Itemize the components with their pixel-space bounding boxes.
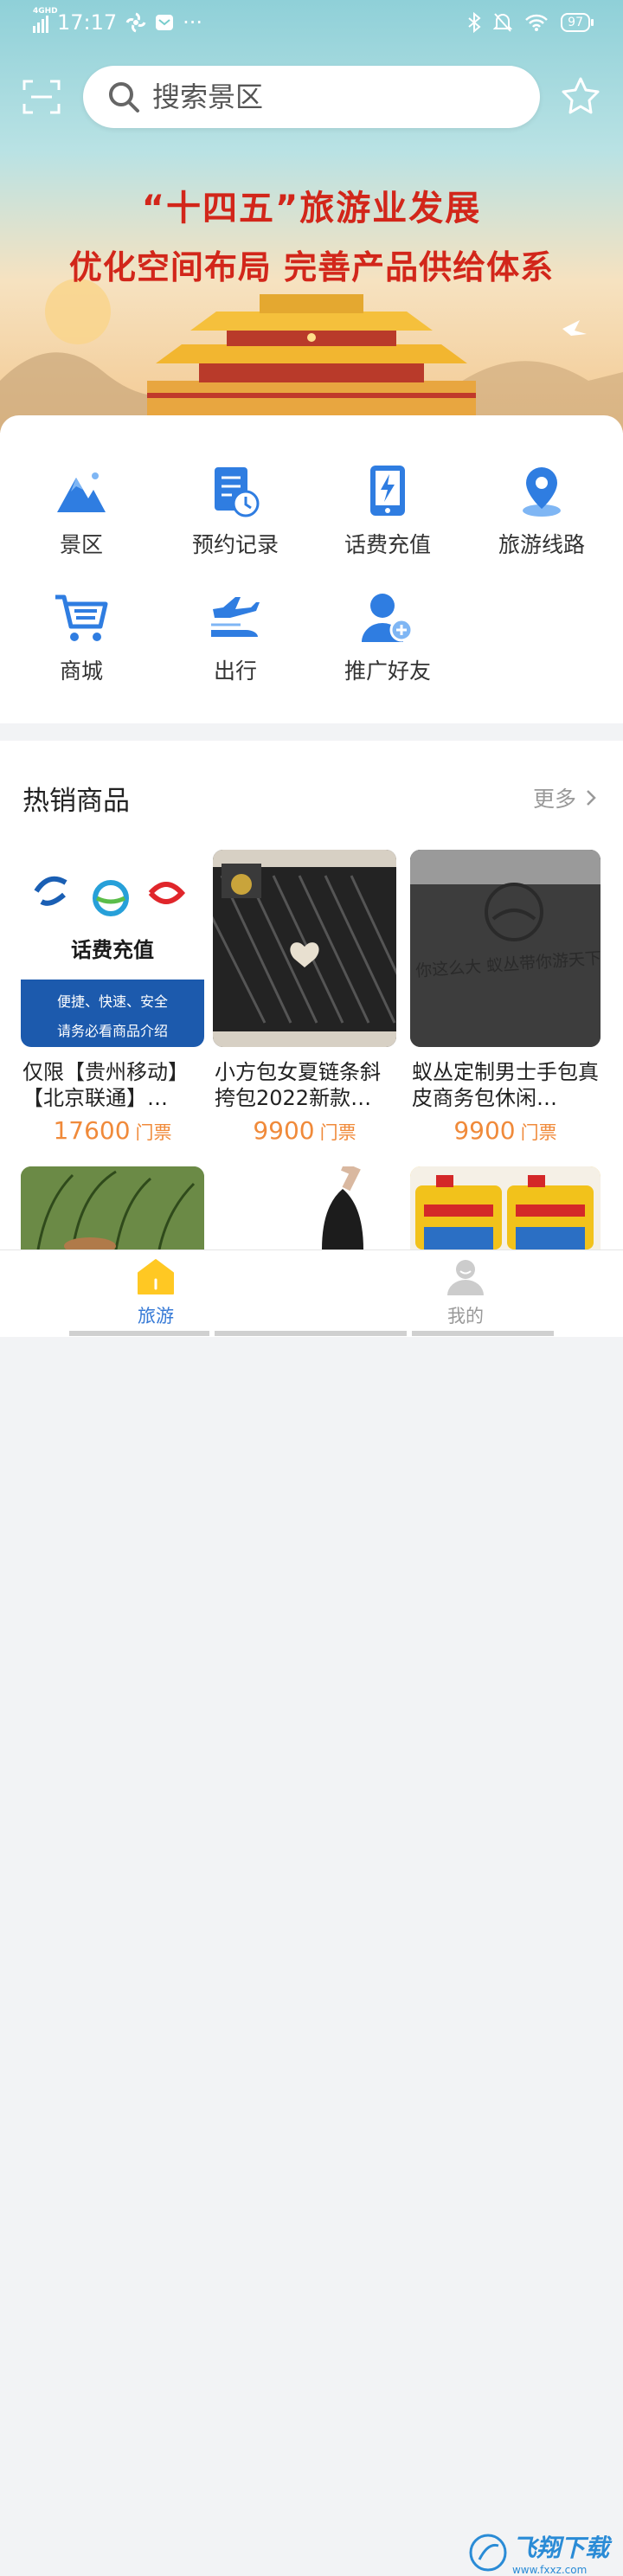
search-bar[interactable] [83,66,540,128]
bluetooth-icon [468,12,481,33]
banner-line-1: “十四五”旅游业发展 [141,189,482,228]
cell-signal-icon: 4GHD [33,7,58,33]
menu-item-travel[interactable]: 出行 [157,590,313,685]
product-card[interactable]: 小方包女夏链条斜挎包2022新款… 9900 门票 [213,850,396,1145]
gesture-bar [69,1331,209,1336]
menu-item-topup[interactable]: 话费充值 [310,464,466,559]
product-price: 9900 门票 [253,1116,356,1145]
user-icon [447,1260,484,1295]
star-icon[interactable] [561,76,601,116]
more-link[interactable]: 更多 [533,782,597,813]
section-title: 热销商品 [22,786,130,817]
document-clock-icon [215,467,260,517]
top-banner[interactable]: 4GHD 17:17 ··· 97 搜索景区 “十四五”旅游业发展 优化空间布局… [0,0,623,433]
menu-item-booking[interactable]: 预约记录 [157,464,313,559]
fan-icon [125,12,146,33]
home-icon [138,1259,174,1294]
banner-title: “十四五”旅游业发展 优化空间布局 完善产品供给体系 [0,180,623,288]
phone-bolt-icon [370,466,405,516]
location-pin-icon [523,467,561,517]
menu-item-invite[interactable]: 推广好友 [310,590,466,685]
wifi-icon [525,14,549,31]
search-input[interactable] [151,80,517,114]
menu-item-routes[interactable]: 旅游线路 [464,464,620,559]
plane-train-icon [211,597,260,637]
hot-products-section: 热销商品 更多 话费充值 便捷、快速、安全 请务必看商品介绍 仅限【贵州移动】【… [0,741,623,1249]
quick-menu: 景区 预约记录 话费充值 旅游线路 商城 出行 推广好友 [0,415,623,723]
bottom-tab-bar: 旅游 我的 飞翔下载 www.fxxz.com [0,1249,623,2576]
product-image-partial[interactable] [410,1166,601,1249]
more-notifications: ··· [183,10,203,35]
product-price: 17600 门票 [53,1116,172,1145]
product-image [213,850,396,1047]
plant-photo [21,1166,204,1249]
status-bar: 4GHD 17:17 ··· 97 [0,0,623,48]
tab-mine[interactable]: 我的 [414,1257,517,1328]
product-card[interactable]: 话费充值 便捷、快速、安全 请务必看商品介绍 仅限【贵州移动】【北京联通】… 1… [21,850,204,1145]
product-price: 9900 门票 [453,1116,557,1145]
product-image: 你这么大 蚁丛带你游天下 [410,850,601,1047]
search-icon [109,82,139,112]
card-title: 话费充值 [71,938,154,962]
tab-travel[interactable]: 旅游 [104,1257,208,1328]
product-image: 话费充值 便捷、快速、安全 请务必看商品介绍 [21,850,204,1047]
message-icon [156,15,174,30]
clock: 17:17 [57,10,118,35]
cart-icon [55,594,108,641]
watermark-logo [469,2534,507,2572]
card-line-2: 请务必看商品介绍 [56,1023,168,1039]
menu-item-mall[interactable]: 商城 [3,590,159,685]
product-image-partial[interactable] [21,1166,204,1249]
handbag-photo [213,850,396,1047]
card-line-1: 便捷、快速、安全 [56,993,168,1010]
product-image-partial[interactable] [213,1166,396,1249]
menu-item-scenic[interactable]: 景区 [3,464,159,559]
palace-illustration [0,279,623,433]
product-name: 蚁丛定制男士手包真皮商务包休闲… [412,1060,599,1110]
watermark: 飞翔下载 www.fxxz.com [469,2529,609,2576]
gesture-bar [215,1331,407,1336]
product-card[interactable]: 你这么大 蚁丛带你游天下 蚁丛定制男士手包真皮商务包休闲… 9900 门票 [410,850,601,1145]
battery-indicator: 97 [561,13,594,32]
detergent-bottles-photo [410,1166,601,1249]
product-name: 小方包女夏链条斜挎包2022新款… [215,1060,381,1110]
scan-icon[interactable] [22,78,61,116]
trash-bag-photo [213,1166,396,1249]
mute-bell-icon [493,13,513,32]
mountain-icon [57,472,106,512]
product-name: 仅限【贵州移动】【北京联通】… [22,1060,189,1110]
user-add-icon [362,594,414,642]
chevron-right-icon [587,790,596,806]
gesture-bar [412,1331,554,1336]
banner-line-2: 优化空间布局 完善产品供给体系 [68,248,555,286]
